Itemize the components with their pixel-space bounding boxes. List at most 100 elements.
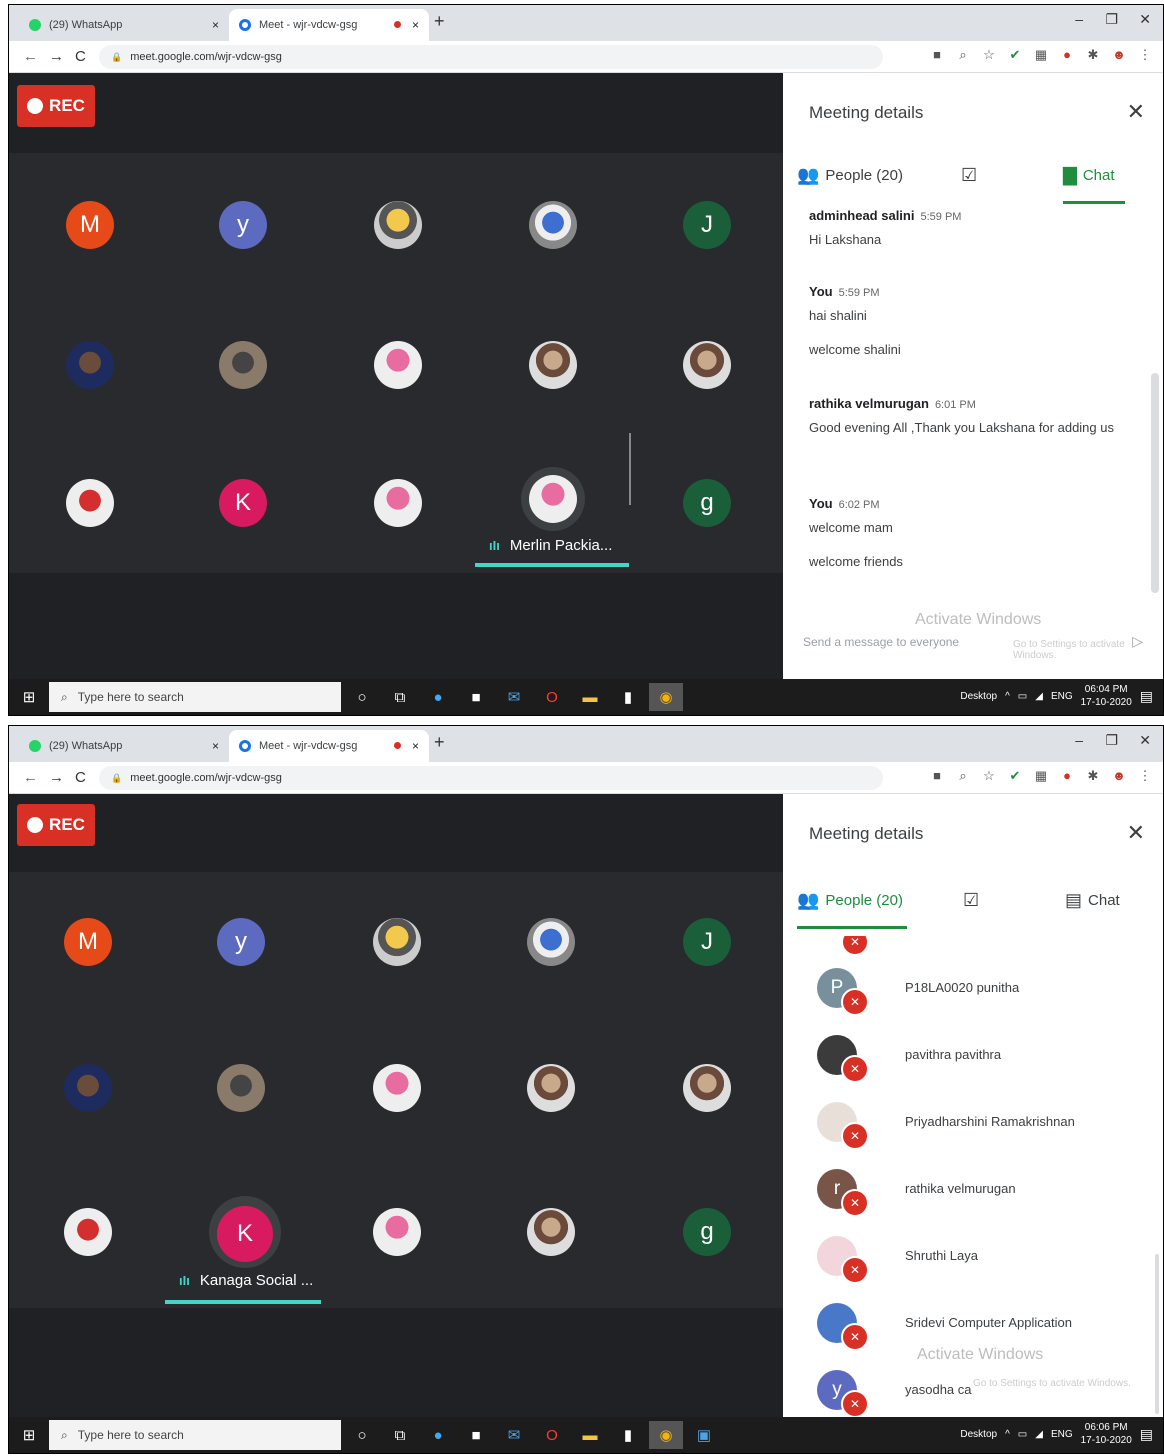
participant-tile[interactable]: g xyxy=(683,479,731,527)
windows-start-icon[interactable]: ⊞ xyxy=(9,688,49,706)
chrome-icon[interactable]: ◉ xyxy=(649,683,683,711)
participant-row[interactable]: r ✕ rathika velmurugan xyxy=(817,1169,1163,1229)
network-icon[interactable]: ▭ xyxy=(1018,691,1027,702)
participant-tile[interactable]: y xyxy=(219,201,267,249)
forward-icon[interactable]: → xyxy=(49,48,64,65)
tab-activities[interactable]: ☑ xyxy=(963,890,979,911)
check-icon[interactable]: ✔ xyxy=(1007,47,1023,63)
participant-row[interactable]: P ✕ P18LA0020 punitha xyxy=(817,968,1163,1028)
participant-tile[interactable]: J xyxy=(683,201,731,249)
close-window-button[interactable]: ✕ xyxy=(1139,11,1151,28)
tray-chevron-icon[interactable]: ^ xyxy=(1005,691,1010,702)
participant-avatar-photo[interactable] xyxy=(374,479,422,527)
tab-activities[interactable]: ☑ xyxy=(961,165,977,186)
profile-icon[interactable]: ☻ xyxy=(1111,47,1127,63)
taskbar-search-box[interactable]: ⌕ Type here to search xyxy=(49,1420,341,1450)
task-view-icon[interactable]: ⧉ xyxy=(383,1421,417,1449)
participant-tile[interactable]: g xyxy=(683,1208,731,1256)
notification-icon[interactable]: ▤ xyxy=(1140,1426,1153,1443)
participant-row[interactable]: ✕ Shruthi Laya xyxy=(817,1236,1163,1296)
grid-extension-icon[interactable]: ▦ xyxy=(1033,47,1049,63)
desktop-toolbar-label[interactable]: Desktop xyxy=(960,1429,997,1440)
tab-meet[interactable]: Meet - wjr-vdcw-gsg × xyxy=(229,9,429,41)
language-indicator[interactable]: ENG xyxy=(1051,1429,1073,1440)
edge-icon[interactable]: ● xyxy=(421,1421,455,1449)
participant-avatar-photo[interactable] xyxy=(374,201,422,249)
participant-avatar-photo[interactable] xyxy=(527,918,575,966)
tab-chat[interactable]: ▤ Chat xyxy=(1065,890,1120,911)
zoom-icon[interactable]: ⌕ xyxy=(955,47,971,63)
participant-avatar-photo[interactable] xyxy=(373,1064,421,1112)
participant-tile[interactable]: M xyxy=(66,201,114,249)
task-view-icon[interactable]: ⧉ xyxy=(383,683,417,711)
new-tab-button[interactable]: + xyxy=(434,11,445,32)
opera-icon[interactable]: O xyxy=(535,1421,569,1449)
puzzle-icon[interactable]: ✱ xyxy=(1085,768,1101,784)
participant-avatar-photo[interactable] xyxy=(683,341,731,389)
back-icon[interactable]: ← xyxy=(23,769,38,786)
volume-icon[interactable]: ◢ xyxy=(1035,691,1043,702)
participant-avatar-photo[interactable] xyxy=(373,1208,421,1256)
taskbar-clock[interactable]: 06:06 PM 17-10-2020 xyxy=(1081,1421,1132,1447)
notification-icon[interactable]: ▤ xyxy=(1140,688,1153,705)
participant-tile[interactable]: J xyxy=(683,918,731,966)
maximize-button[interactable]: ❐ xyxy=(1105,732,1118,749)
store-icon[interactable]: ■ xyxy=(459,1421,493,1449)
menu-kebab-icon[interactable]: ⋮ xyxy=(1137,47,1153,63)
document-icon[interactable]: ▮ xyxy=(611,1421,645,1449)
network-icon[interactable]: ▭ xyxy=(1018,1429,1027,1440)
participant-avatar-photo[interactable] xyxy=(529,341,577,389)
tray-chevron-icon[interactable]: ^ xyxy=(1005,1429,1010,1440)
tab-chat[interactable]: ▇ Chat xyxy=(1063,165,1115,186)
close-window-button[interactable]: ✕ xyxy=(1139,732,1151,749)
mail-icon[interactable]: ✉ xyxy=(497,683,531,711)
participant-avatar-photo[interactable] xyxy=(529,201,577,249)
app-icon[interactable]: ▣ xyxy=(687,1421,721,1449)
shield-extension-icon[interactable]: ● xyxy=(1059,47,1075,63)
tab-meet[interactable]: Meet - wjr-vdcw-gsg × xyxy=(229,730,429,762)
windows-start-icon[interactable]: ⊞ xyxy=(9,1426,49,1444)
cortana-icon[interactable]: ○ xyxy=(345,683,379,711)
close-tab-icon[interactable]: × xyxy=(412,739,419,753)
new-tab-button[interactable]: + xyxy=(434,732,445,753)
mail-icon[interactable]: ✉ xyxy=(497,1421,531,1449)
language-indicator[interactable]: ENG xyxy=(1051,691,1073,702)
star-icon[interactable]: ☆ xyxy=(981,47,997,63)
reload-icon[interactable]: C xyxy=(75,769,86,786)
chat-scrollbar[interactable] xyxy=(1151,373,1159,593)
active-speaker-avatar[interactable]: K xyxy=(217,1206,273,1262)
file-explorer-icon[interactable]: ▬ xyxy=(573,1421,607,1449)
opera-icon[interactable]: O xyxy=(535,683,569,711)
url-field[interactable]: 🔒 meet.google.com/wjr-vdcw-gsg xyxy=(99,766,883,790)
participant-row[interactable]: ✕ Priyadharshini Ramakrishnan xyxy=(817,1102,1163,1162)
taskbar-clock[interactable]: 06:04 PM 17-10-2020 xyxy=(1081,683,1132,709)
minimize-button[interactable]: – xyxy=(1075,732,1083,748)
participant-avatar-photo[interactable] xyxy=(683,1064,731,1112)
participant-avatar-photo[interactable] xyxy=(66,341,114,389)
shield-extension-icon[interactable]: ● xyxy=(1059,768,1075,784)
reload-icon[interactable]: C xyxy=(75,48,86,65)
zoom-icon[interactable]: ⌕ xyxy=(955,768,971,784)
profile-icon[interactable]: ☻ xyxy=(1111,768,1127,784)
participant-row[interactable]: ✕ pavithra pavithra xyxy=(817,1035,1163,1095)
puzzle-icon[interactable]: ✱ xyxy=(1085,47,1101,63)
close-tab-icon[interactable]: × xyxy=(212,18,219,32)
camera-icon[interactable]: ■ xyxy=(929,768,945,784)
tab-whatsapp[interactable]: (29) WhatsApp × xyxy=(19,9,229,41)
close-panel-icon[interactable]: ✕ xyxy=(1127,820,1145,846)
star-icon[interactable]: ☆ xyxy=(981,768,997,784)
participant-avatar-photo[interactable] xyxy=(217,1064,265,1112)
participant-avatar-photo[interactable] xyxy=(527,1064,575,1112)
camera-icon[interactable]: ■ xyxy=(929,47,945,63)
participant-avatar-photo[interactable] xyxy=(66,479,114,527)
volume-icon[interactable]: ◢ xyxy=(1035,1429,1043,1440)
participant-avatar-photo[interactable] xyxy=(374,341,422,389)
participant-avatar-photo[interactable] xyxy=(527,1208,575,1256)
document-icon[interactable]: ▮ xyxy=(611,683,645,711)
chrome-icon[interactable]: ◉ xyxy=(649,1421,683,1449)
edge-icon[interactable]: ● xyxy=(421,683,455,711)
tab-people[interactable]: 👥 People (20) xyxy=(797,890,903,911)
people-scrollbar[interactable] xyxy=(1155,1254,1159,1414)
participant-tile[interactable]: K xyxy=(219,479,267,527)
participant-avatar-photo[interactable] xyxy=(373,918,421,966)
